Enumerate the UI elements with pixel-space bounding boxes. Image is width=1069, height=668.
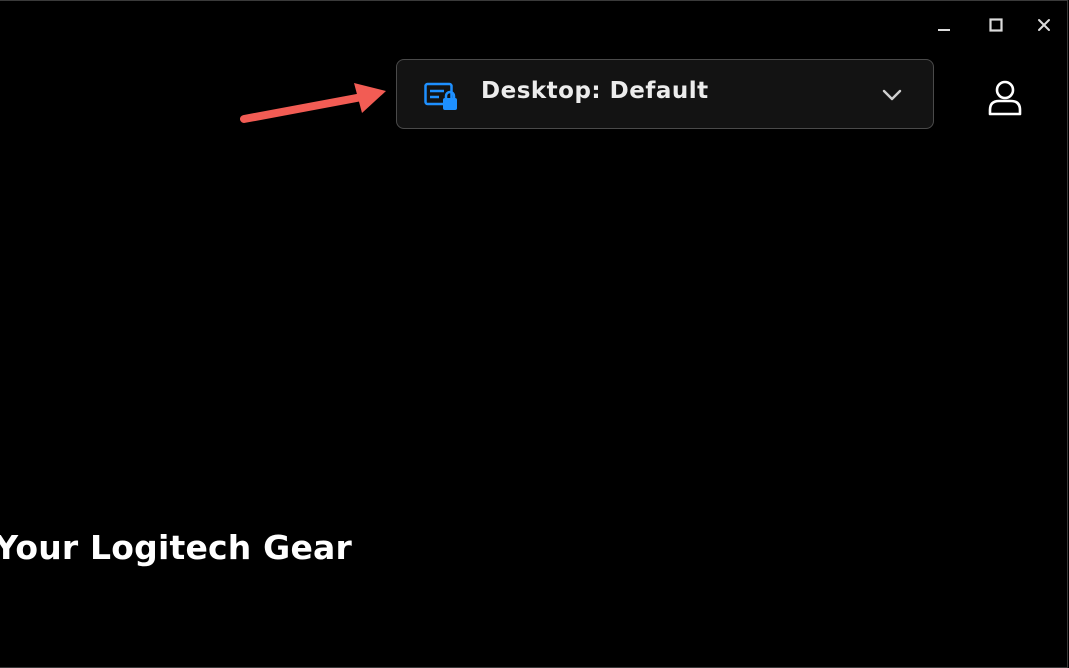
- close-button[interactable]: [1028, 11, 1060, 39]
- arrow-right-icon: [240, 83, 386, 123]
- minimize-icon: [938, 29, 950, 31]
- locked-profile-icon: [424, 82, 457, 110]
- maximize-icon: [989, 18, 1003, 32]
- app-window: Desktop: Default t Your Logitech Gear: [0, 0, 1068, 668]
- user-icon[interactable]: [986, 79, 1024, 117]
- welcome-heading-text: t Your Logitech Gear: [0, 528, 352, 567]
- profile-name-label: Desktop: Default: [481, 78, 709, 104]
- welcome-heading: t Your Logitech Gear: [0, 528, 420, 578]
- close-icon: [1038, 19, 1050, 31]
- chevron-down-icon: [882, 89, 902, 101]
- maximize-button[interactable]: [980, 11, 1012, 39]
- profile-selector-dropdown[interactable]: Desktop: Default: [396, 59, 934, 129]
- minimize-button[interactable]: [928, 11, 960, 39]
